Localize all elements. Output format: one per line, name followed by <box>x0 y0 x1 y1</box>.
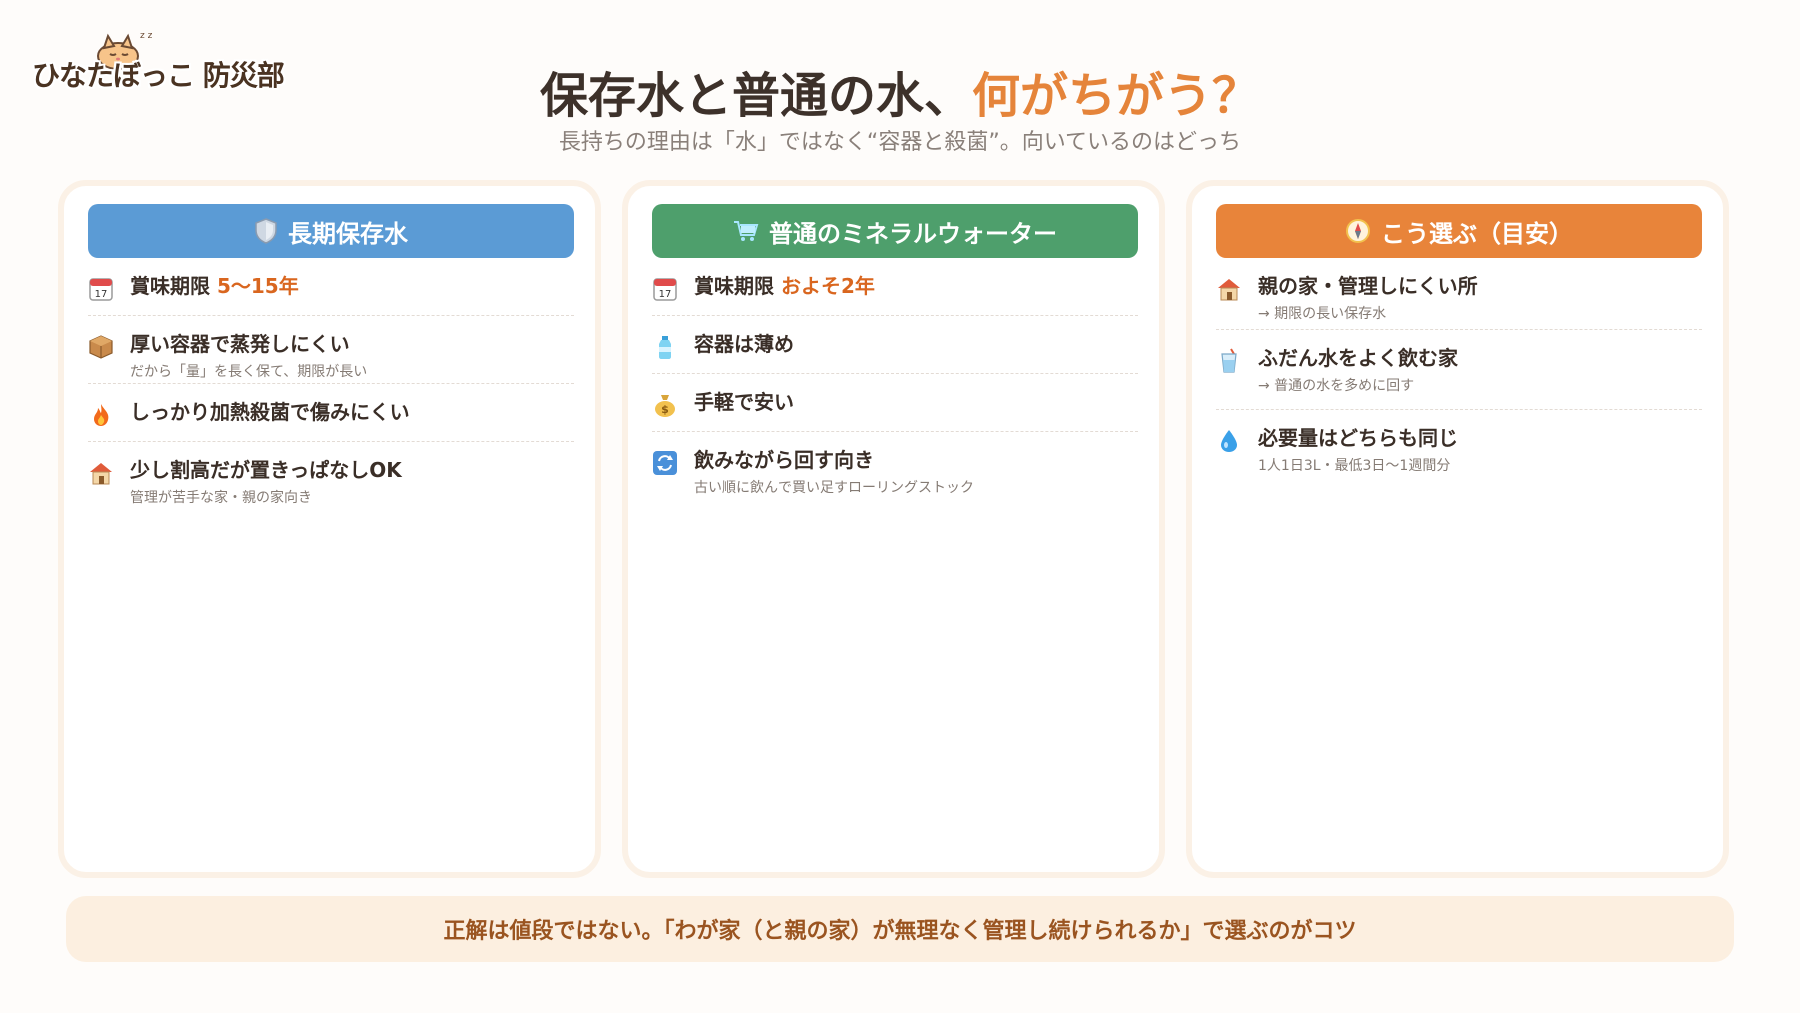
item-sub: だから「量」を長く保て、期限が長い <box>130 364 368 380</box>
list-item: しっかり加熱殺菌で傷みにくい <box>88 384 574 442</box>
item-sub: → 期限の長い保存水 <box>1258 306 1387 322</box>
house-icon <box>90 463 112 485</box>
item-main: ふだん水をよく飲む家 <box>1258 346 1458 370</box>
package-icon <box>89 335 113 359</box>
card-header-label: 長期保存水 <box>288 219 408 248</box>
shield-icon <box>255 218 277 244</box>
title-main: 保存水と普通の水、 <box>539 68 972 124</box>
house-icon <box>1218 279 1240 301</box>
list-item: 17 賞味期限 5〜15年 <box>88 258 574 316</box>
item-main: 容器は薄め <box>694 332 794 356</box>
title-accent: 何がちがう？ <box>972 68 1261 124</box>
droplet-icon <box>1221 430 1237 452</box>
page-subtitle: 長持ちの理由は「水」ではなく“容器と殺菌”。向いているのはどっち <box>558 130 1242 155</box>
how-to-choose-card: こう選ぶ（目安） 親の家・管理しにくい所 → 期限の長い保存水 ふだん水をよく飲… <box>1186 180 1729 878</box>
list-item: 17 賞味期限 およそ2年 <box>652 258 1138 316</box>
item-sub: 古い順に飲んで買い足すローリングストック <box>694 480 974 496</box>
mineral-water-card: 普通のミネラルウォーター 17 賞味期限 およそ2年 容器は薄め $ 手軽で安い… <box>622 180 1165 878</box>
card-header: 普通のミネラルウォーター <box>652 204 1138 258</box>
fire-icon <box>94 404 109 426</box>
card-header-label: こう選ぶ（目安） <box>1381 219 1573 248</box>
item-highlight: およそ2年 <box>780 274 875 298</box>
item-highlight: 5〜15年 <box>216 274 299 298</box>
svg-text:17: 17 <box>659 289 672 300</box>
bottom-note: 正解は値段ではない。「わが家（と親の家）が無理なく管理し続けられるか」で選ぶのが… <box>66 896 1734 962</box>
card-header-label: 普通のミネラルウォーター <box>769 219 1057 248</box>
compass-icon <box>1346 219 1370 243</box>
item-sub: 1人1日3L・最低3日〜1週間分 <box>1258 458 1451 474</box>
item-main: 必要量はどちらも同じ <box>1258 426 1458 450</box>
item-main: 少し割高だが置きっぱなしOK <box>130 458 402 482</box>
list-item: 厚い容器で蒸発しにくい だから「量」を長く保て、期限が長い <box>88 316 574 384</box>
list-item: 容器は薄め <box>652 316 1138 374</box>
item-main: 飲みながら回す向き <box>694 448 874 472</box>
list-item: 必要量はどちらも同じ 1人1日3L・最低3日〜1週間分 <box>1216 410 1702 482</box>
list-item: 親の家・管理しにくい所 → 期限の長い保存水 <box>1216 258 1702 330</box>
list-item: 少し割高だが置きっぱなしOK 管理が苦手な家・親の家向き <box>88 442 574 510</box>
item-main: しっかり加熱殺菌で傷みにくい <box>130 400 410 424</box>
item-main: 手軽で安い <box>694 390 794 414</box>
card-header: 長期保存水 <box>88 204 574 258</box>
cart-icon <box>734 221 759 241</box>
rotate-icon <box>653 451 677 475</box>
calendar-icon: 17 <box>89 278 113 301</box>
cup-icon <box>1221 348 1237 373</box>
list-item: $ 手軽で安い <box>652 374 1138 432</box>
item-sub: 管理が苦手な家・親の家向き <box>130 490 312 506</box>
item-sub: → 普通の水を多めに回す <box>1258 378 1415 394</box>
long-term-water-card: 長期保存水 17 賞味期限 5〜15年 厚い容器で蒸発しにくい だから「量」を長… <box>58 180 601 878</box>
svg-text:$: $ <box>661 403 669 416</box>
item-main: 賞味期限 <box>130 274 217 298</box>
card-header: こう選ぶ（目安） <box>1216 204 1702 258</box>
svg-text:17: 17 <box>95 289 108 300</box>
bottle-icon <box>659 336 671 359</box>
list-item: ふだん水をよく飲む家 → 普通の水を多めに回す <box>1216 330 1702 410</box>
page-title: 保存水と普通の水、何がちがう？ <box>0 56 1800 126</box>
item-main: 賞味期限 <box>694 274 781 298</box>
item-main: 厚い容器で蒸発しにくい <box>130 332 350 356</box>
list-item: 飲みながら回す向き 古い順に飲んで買い足すローリングストック <box>652 432 1138 500</box>
calendar-icon: 17 <box>653 278 677 301</box>
item-main: 親の家・管理しにくい所 <box>1258 274 1478 298</box>
zz-mark: z z <box>140 31 153 41</box>
money-bag-icon: $ <box>655 395 675 417</box>
